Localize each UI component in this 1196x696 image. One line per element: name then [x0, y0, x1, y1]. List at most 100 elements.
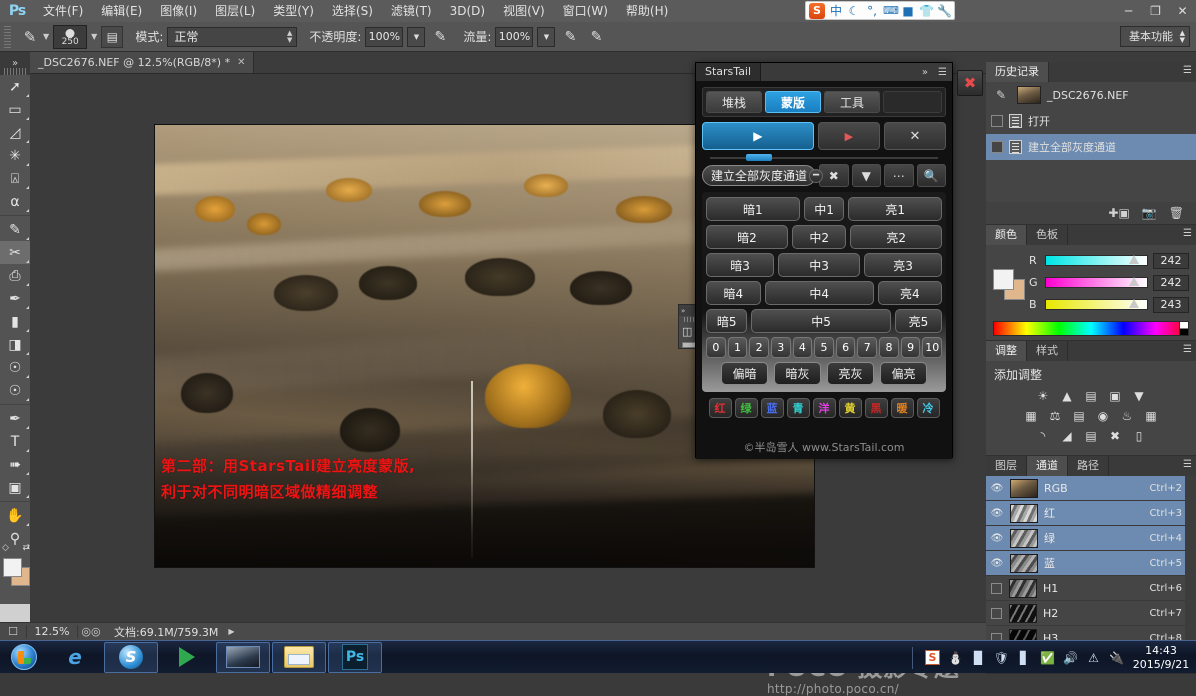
usb-icon[interactable]: ✅	[1040, 651, 1055, 665]
invert-icon[interactable]: ◝	[1035, 428, 1052, 443]
mask-dark-1[interactable]: 暗1	[706, 197, 800, 221]
color-button-cyan[interactable]: 青	[786, 398, 810, 418]
tab-color[interactable]: 颜色	[986, 225, 1027, 245]
color-button-red[interactable]: 红	[708, 398, 732, 418]
starstail-titlebar[interactable]: StarsTail » ☰	[696, 63, 952, 81]
pen-tool[interactable]: ✒	[0, 407, 30, 430]
marquee-tool[interactable]: ▭	[0, 98, 30, 121]
battery-icon[interactable]: ▋	[1017, 651, 1032, 665]
mask-number-8[interactable]: 8	[879, 337, 899, 358]
color-button-warm[interactable]: 暖	[890, 398, 914, 418]
clone-stamp-tool[interactable]: ⎙	[0, 264, 30, 287]
flow-input[interactable]: 100%	[495, 26, 534, 47]
hue-saturation-icon[interactable]: ▦	[1023, 408, 1040, 423]
dodge-tool[interactable]: ☉	[0, 379, 30, 402]
mask-number-2[interactable]: 2	[749, 337, 769, 358]
qq-icon[interactable]: ⛄	[948, 651, 963, 665]
lasso-tool[interactable]: ◿	[0, 121, 30, 144]
user-icon[interactable]: ■	[901, 4, 915, 18]
posterize-icon[interactable]: ◢	[1059, 428, 1076, 443]
volume-icon[interactable]: 🔊	[1063, 651, 1078, 665]
tab-swatches[interactable]: 色板	[1027, 225, 1068, 245]
tab-history[interactable]: 历史记录	[986, 62, 1049, 82]
menu-window[interactable]: 窗口(W)	[554, 0, 617, 22]
search-icon[interactable]: 🔍	[916, 164, 947, 187]
eye-icon[interactable]: 👁	[990, 508, 1004, 519]
default-colors-icon[interactable]: ◇	[2, 543, 9, 553]
mask-number-0[interactable]: 0	[706, 337, 726, 358]
mask-mid-2[interactable]: 中2	[791, 225, 847, 249]
new-snapshot-icon[interactable]: ✚▣	[1108, 206, 1129, 220]
mask-number-3[interactable]: 3	[770, 337, 791, 358]
mask-number-10[interactable]: 10	[922, 337, 943, 358]
foreground-color-swatch[interactable]	[993, 269, 1014, 290]
start-button[interactable]	[0, 642, 48, 673]
panel-menu-icon[interactable]: ☰	[1183, 65, 1192, 76]
brush-size-preview[interactable]: 250	[53, 24, 88, 49]
tab-paths[interactable]: 路径	[1068, 456, 1109, 476]
shape-tool[interactable]: ▣	[0, 476, 30, 499]
brightness-icon[interactable]: ☀	[1035, 388, 1052, 403]
panel-menu-icon[interactable]: ☰	[1183, 459, 1192, 470]
channel-row-h1[interactable]: H1 Ctrl+6	[986, 576, 1196, 601]
starstail-panel[interactable]: StarsTail » ☰ 堆栈 蒙版 工具 ▶ ▶ ✕ 建立全部灰度通道 ━ …	[695, 62, 953, 459]
mask-mid-5[interactable]: 中5	[751, 309, 891, 333]
color-button-magenta[interactable]: 洋	[812, 398, 836, 418]
levels-icon[interactable]: ▲	[1059, 388, 1076, 403]
brush-preset-picker[interactable]: ✎ ▼	[19, 26, 49, 48]
taskbar-sogou-browser[interactable]: S	[104, 641, 158, 673]
mask-mid-1[interactable]: 中1	[803, 197, 845, 221]
gray-lighter-button[interactable]: 偏亮	[880, 362, 927, 385]
moon-icon[interactable]: ☾	[847, 4, 861, 18]
workspace-switcher[interactable]: 基本功能 ▲ ▼	[1120, 26, 1190, 47]
brush-size-chevron-icon[interactable]: ▼	[91, 32, 97, 41]
close-icon[interactable]: ✕	[237, 57, 245, 68]
wrench-icon[interactable]: 🔧	[937, 4, 952, 18]
vibrance-icon[interactable]: ▼	[1131, 388, 1148, 403]
panel-menu-icon[interactable]: ☰	[1183, 228, 1192, 239]
signal-icon[interactable]: ▉	[971, 651, 986, 665]
restore-button[interactable]: ❐	[1142, 0, 1169, 22]
menu-help[interactable]: 帮助(H)	[617, 0, 677, 22]
starstail-tab-stack[interactable]: 堆栈	[706, 91, 762, 113]
eye-icon[interactable]: 👁	[990, 533, 1004, 544]
color-button-green[interactable]: 绿	[734, 398, 758, 418]
starstail-tab-tools[interactable]: 工具	[824, 91, 880, 113]
eraser-tool[interactable]: ▮	[0, 310, 30, 333]
screen-mode-icon[interactable]: ☐	[0, 625, 26, 638]
chevron-down-icon[interactable]: ▼	[851, 164, 882, 187]
cancel-button[interactable]: ✕	[883, 122, 946, 150]
hand-tool[interactable]: ✋	[0, 504, 30, 527]
taskbar-file-explorer[interactable]	[272, 641, 326, 673]
color-button-yellow[interactable]: 黄	[838, 398, 862, 418]
path-selection-tool[interactable]: ➠	[0, 453, 30, 476]
menu-view[interactable]: 视图(V)	[494, 0, 554, 22]
mask-dark-3[interactable]: 暗3	[706, 253, 775, 277]
slider-knob-r[interactable]	[1129, 255, 1139, 264]
starstail-slider[interactable]	[702, 154, 946, 162]
mask-light-2[interactable]: 亮2	[850, 225, 942, 249]
black-white-picker[interactable]	[1179, 322, 1188, 335]
alert-icon[interactable]: ⚠	[1086, 651, 1101, 665]
mask-light-5[interactable]: 亮5	[894, 309, 942, 333]
camera-icon[interactable]: 📷	[1142, 206, 1157, 220]
mask-light-3[interactable]: 亮3	[864, 253, 942, 277]
threshold-icon[interactable]: ▤	[1083, 428, 1100, 443]
gray-dark-button[interactable]: 暗灰	[774, 362, 821, 385]
menu-layer[interactable]: 图层(L)	[206, 0, 264, 22]
channel-row-red[interactable]: 👁 红 Ctrl+3	[986, 501, 1196, 526]
color-lookup-icon[interactable]: ▦	[1143, 408, 1160, 423]
history-snapshot-row[interactable]: ✎ _DSC2676.NEF	[986, 82, 1196, 108]
tab-adjustments[interactable]: 调整	[986, 341, 1027, 361]
swap-colors-icon[interactable]: ⇄	[22, 543, 30, 553]
color-spectrum-bar[interactable]	[993, 321, 1189, 336]
menu-image[interactable]: 图像(I)	[151, 0, 206, 22]
gray-light-button[interactable]: 亮灰	[827, 362, 874, 385]
color-button-blue[interactable]: 蓝	[760, 398, 784, 418]
record-button[interactable]: ▶	[817, 122, 880, 150]
eye-icon[interactable]: 👁	[990, 483, 1004, 494]
tab-layers[interactable]: 图层	[986, 456, 1027, 476]
menu-edit[interactable]: 编辑(E)	[92, 0, 151, 22]
mask-number-5[interactable]: 5	[814, 337, 834, 358]
opacity-pressure-icon[interactable]: ✎	[429, 26, 451, 48]
